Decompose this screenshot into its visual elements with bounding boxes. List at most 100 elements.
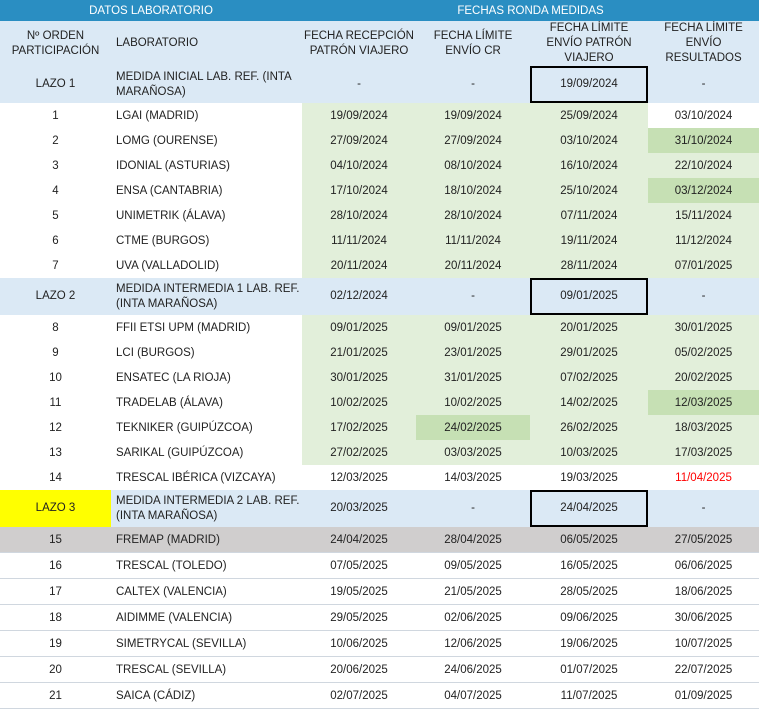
cell-limite-patron: 09/06/2025: [530, 604, 649, 631]
cell-recepcion: 30/01/2025: [302, 365, 417, 390]
cell-orden: LAZO 2: [0, 278, 111, 315]
cell-laboratorio: ENSA (CANTABRIA): [116, 184, 223, 197]
cell-limite-cr: 24/06/2025: [416, 656, 531, 683]
cell-limite-cr: 14/03/2025: [444, 471, 502, 484]
cell-laboratorio: AIDIMME (VALENCIA): [111, 604, 303, 631]
cell-limite-patron: 29/01/2025: [530, 340, 649, 365]
cell-limite-resultados: -: [648, 278, 759, 315]
table-row: 6 CTME (BURGOS) 11/11/2024 11/11/2024 19/11/…: [0, 228, 759, 253]
cell-orden: 21: [0, 682, 111, 709]
cell-recepcion: 17/02/2025: [302, 415, 417, 440]
cell-limite-resultados: 18/03/2025: [648, 415, 759, 440]
column-header-orden: Nº ORDEN PARTICIPACIÓN: [0, 21, 111, 66]
table-row: 10 ENSATEC (LA RIOJA) 30/01/2025 31/01/2025…: [0, 365, 759, 390]
cell-recepcion: 17/10/2024: [302, 178, 417, 203]
cell-laboratorio: MEDIDA INTERMEDIA 2 LAB. REF. (INTA MARA…: [111, 490, 303, 527]
cell-laboratorio: FFII ETSI UPM (MADRID): [116, 321, 251, 334]
cell-laboratorio: LOMG (OURENSE): [116, 134, 218, 147]
cell-limite-cr: 19/09/2024: [416, 103, 531, 128]
cell-laboratorio: TEKNIKER (GUIPÚZCOA): [116, 421, 253, 434]
cell-limite-cr: 23/01/2025: [416, 340, 531, 365]
cell-orden: 16: [0, 552, 111, 579]
cell-limite-cr: 11/11/2024: [416, 228, 531, 253]
cell-recepcion: 20/03/2025: [302, 490, 417, 527]
group-header-fechas: FECHAS RONDA MEDIDAS: [302, 0, 759, 21]
cell-limite-patron: 28/11/2024: [530, 253, 649, 278]
cell-orden: 19: [0, 630, 111, 657]
cell-limite-patron: 10/03/2025: [530, 440, 649, 465]
cell-orden: 11: [49, 396, 62, 409]
group-header-row: DATOS LABORATORIO FECHAS RONDA MEDIDAS: [0, 0, 759, 21]
cell-limite-patron: 09/01/2025: [530, 278, 649, 315]
cell-orden: 4: [52, 184, 59, 197]
cell-limite-patron: 19/03/2025: [560, 471, 618, 484]
cell-limite-patron: 26/02/2025: [530, 415, 649, 440]
cell-limite-patron: 03/10/2024: [530, 128, 649, 153]
column-header-limite-patron: FECHA LÍMITE ENVÍO PATRÓN VIAJERO: [530, 21, 649, 66]
cell-limite-cr: -: [416, 66, 531, 103]
cell-limite-cr: -: [416, 490, 531, 527]
table-row: 19 SIMETRYCAL (SEVILLA) 10/06/2025 12/06/20…: [0, 630, 759, 657]
cell-limite-resultados: 07/01/2025: [648, 253, 759, 278]
cell-limite-cr: 03/03/2025: [416, 440, 531, 465]
column-header-recepcion: FECHA RECEPCIÓN PATRÓN VIAJERO: [302, 21, 417, 66]
cell-limite-resultados: 11/12/2024: [648, 228, 759, 253]
cell-laboratorio: LGAI (MADRID): [116, 109, 199, 122]
column-header-laboratorio: LABORATORIO: [111, 21, 303, 66]
cell-recepcion: 21/01/2025: [302, 340, 417, 365]
table-row: 2 LOMG (OURENSE) 27/09/2024 27/09/2024 03/10…: [0, 128, 759, 153]
cell-limite-cr: 12/06/2025: [416, 630, 531, 657]
cell-limite-patron: 19/11/2024: [530, 228, 649, 253]
table-row: 5 UNIMETRIK (ÁLAVA) 28/10/2024 28/10/2024 07…: [0, 203, 759, 228]
cell-orden: 14: [49, 471, 62, 484]
cell-limite-resultados: 18/06/2025: [648, 578, 759, 605]
cell-limite-patron: 25/09/2024: [530, 103, 649, 128]
cell-limite-resultados: 20/02/2025: [648, 365, 759, 390]
column-header-limite-resultados: FECHA LÍMITE ENVÍO RESULTADOS: [648, 21, 759, 66]
cell-recepcion: 07/05/2025: [302, 552, 417, 579]
cell-limite-cr: 08/10/2024: [416, 153, 531, 178]
table-row: 3 IDONIAL (ASTURIAS) 04/10/2024 08/10/2024 1…: [0, 153, 759, 178]
cell-limite-resultados: 12/03/2025: [648, 390, 759, 415]
cell-recepcion: 11/11/2024: [302, 228, 417, 253]
cell-laboratorio: TRESCAL (TOLEDO): [111, 552, 303, 579]
table-row: 16 TRESCAL (TOLEDO) 07/05/2025 09/05/2025 16…: [0, 552, 759, 579]
cell-limite-resultados: 11/04/2025: [675, 471, 732, 484]
column-header-row: Nº ORDEN PARTICIPACIÓN LABORATORIO FECHA…: [0, 21, 759, 66]
column-header-limite-cr: FECHA LÍMITE ENVÍO CR: [416, 21, 531, 66]
cell-laboratorio: TRESCAL (SEVILLA): [111, 656, 303, 683]
cell-laboratorio: FREMAP (MADRID): [111, 527, 303, 553]
group-header-laboratorio: DATOS LABORATORIO: [0, 0, 303, 21]
cell-limite-resultados: 06/06/2025: [648, 552, 759, 579]
cell-recepcion: 27/02/2025: [302, 440, 417, 465]
cell-laboratorio: CALTEX (VALENCIA): [111, 578, 303, 605]
cell-laboratorio: IDONIAL (ASTURIAS): [116, 159, 230, 172]
cell-recepcion: 04/10/2024: [302, 153, 417, 178]
table-row: 7 UVA (VALLADOLID) 20/11/2024 20/11/2024 28/…: [0, 253, 759, 278]
cell-recepcion: 29/05/2025: [302, 604, 417, 631]
table-row: 17 CALTEX (VALENCIA) 19/05/2025 21/05/2025 2…: [0, 578, 759, 605]
cell-limite-cr: 28/10/2024: [416, 203, 531, 228]
cell-orden: 8: [52, 321, 59, 334]
cell-limite-patron: 16/10/2024: [530, 153, 649, 178]
cell-limite-cr: 27/09/2024: [416, 128, 531, 153]
cell-limite-resultados: 27/05/2025: [648, 527, 759, 553]
cell-limite-cr: 28/04/2025: [416, 527, 531, 553]
cell-limite-resultados: 15/11/2024: [648, 203, 759, 228]
cell-orden: LAZO 1: [0, 66, 111, 103]
cell-laboratorio: MEDIDA INTERMEDIA 1 LAB. REF. (INTA MARA…: [111, 278, 303, 315]
cell-limite-cr: -: [416, 278, 531, 315]
cell-limite-resultados: -: [648, 66, 759, 103]
cell-limite-resultados: -: [648, 490, 759, 527]
cell-limite-patron: 28/05/2025: [530, 578, 649, 605]
cell-limite-resultados: 17/03/2025: [648, 440, 759, 465]
cell-limite-patron: 25/10/2024: [530, 178, 649, 203]
cell-limite-resultados: 30/01/2025: [648, 315, 759, 340]
cell-recepcion: 19/09/2024: [302, 103, 417, 128]
cell-orden: 15: [0, 527, 111, 553]
cell-limite-cr: 10/02/2025: [416, 390, 531, 415]
cell-laboratorio: SAICA (CÁDIZ): [111, 682, 303, 709]
table-row: 9 LCI (BURGOS) 21/01/2025 23/01/2025 29/01/2…: [0, 340, 759, 365]
cell-orden: LAZO 3: [0, 490, 111, 527]
cell-limite-resultados: 22/07/2025: [648, 656, 759, 683]
